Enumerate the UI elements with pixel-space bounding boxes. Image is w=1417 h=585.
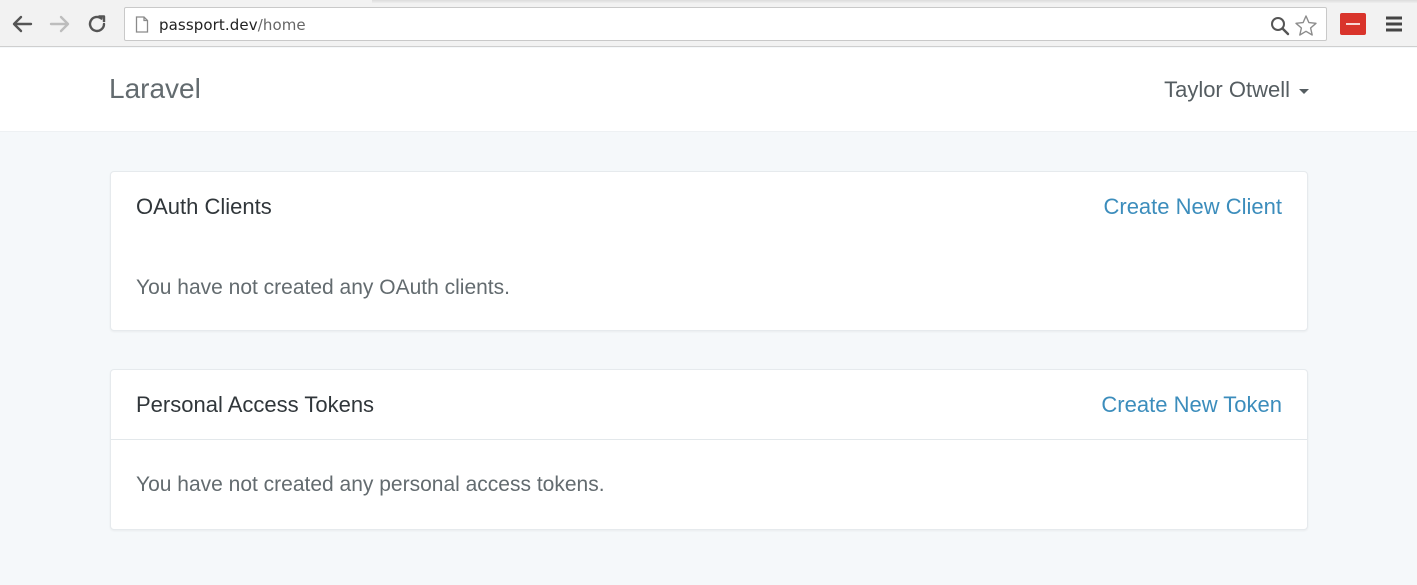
url-text[interactable]: passport.dev/home — [159, 16, 306, 34]
reload-icon[interactable] — [84, 10, 110, 38]
address-bar[interactable]: passport.dev/home — [124, 7, 1327, 41]
panel-heading: OAuth Clients Create New Client — [111, 172, 1307, 242]
brand-link[interactable]: Laravel — [109, 73, 201, 105]
user-name: Taylor Otwell — [1164, 77, 1290, 102]
back-icon[interactable] — [9, 10, 35, 38]
user-dropdown[interactable]: Taylor Otwell — [1164, 77, 1309, 103]
oauth-clients-panel: OAuth Clients Create New Client You have… — [110, 171, 1308, 331]
app-navbar: Laravel Taylor Otwell — [0, 48, 1417, 132]
forward-icon[interactable] — [47, 10, 73, 38]
personal-access-tokens-panel: Personal Access Tokens Create New Token … — [110, 369, 1308, 530]
page-icon — [135, 16, 149, 38]
create-new-token-link[interactable]: Create New Token — [1101, 392, 1282, 418]
extension-icon[interactable] — [1340, 13, 1366, 35]
menu-icon[interactable] — [1385, 15, 1403, 38]
panel-body: You have not created any OAuth clients. — [111, 242, 1307, 300]
caret-down-icon — [1299, 88, 1309, 94]
tab-strip-edge — [0, 0, 1417, 3]
browser-toolbar: passport.dev/home — [0, 0, 1417, 47]
empty-message: You have not created any personal access… — [136, 473, 605, 496]
panel-body: You have not created any personal access… — [111, 440, 1307, 497]
panel-title: OAuth Clients — [136, 194, 272, 219]
panel-title: Personal Access Tokens — [136, 391, 375, 417]
star-icon[interactable] — [1294, 14, 1318, 43]
empty-message: You have not created any OAuth clients. — [136, 276, 510, 299]
zoom-icon[interactable] — [1270, 16, 1290, 41]
panel-heading: Personal Access Tokens Create New Token — [111, 370, 1307, 440]
create-new-client-link[interactable]: Create New Client — [1103, 194, 1282, 220]
